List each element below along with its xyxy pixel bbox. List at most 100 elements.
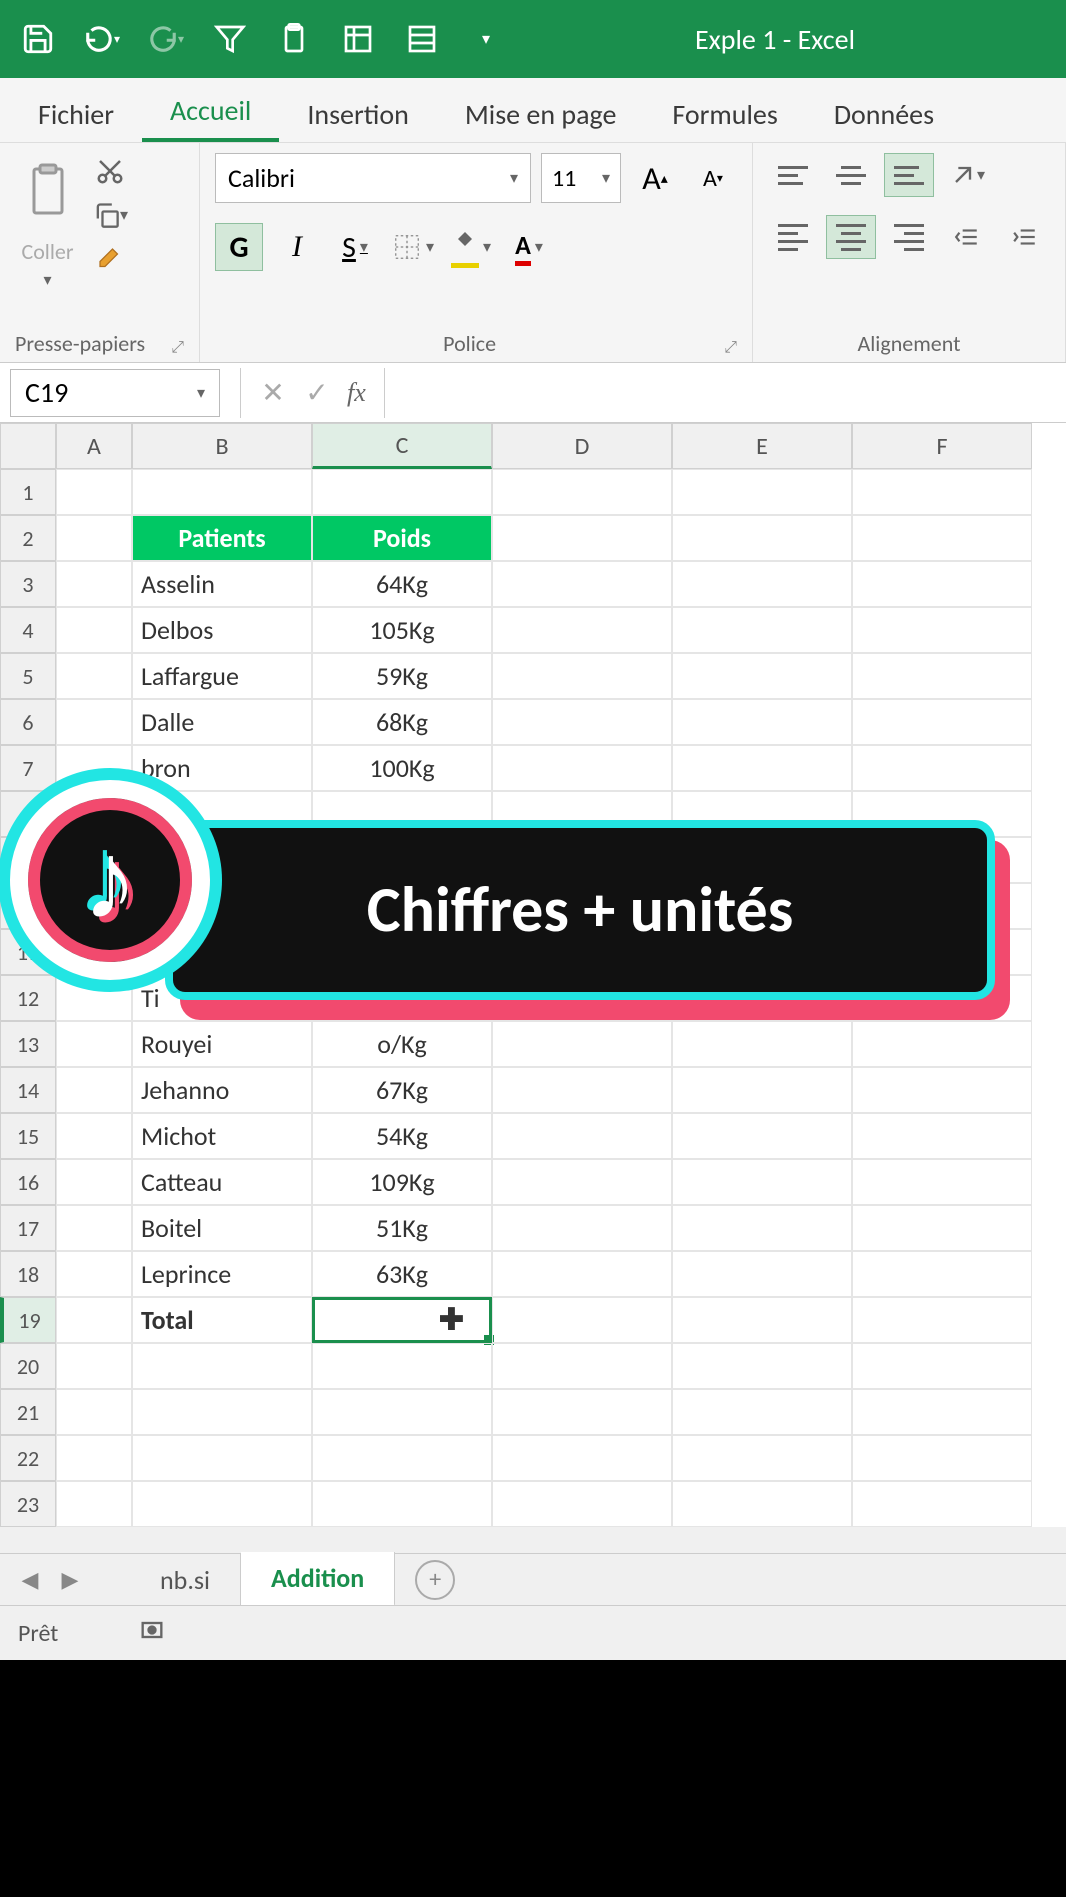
layout-icon[interactable] bbox=[340, 21, 376, 57]
cell-B20[interactable] bbox=[132, 1343, 312, 1389]
cell-A11[interactable] bbox=[56, 929, 132, 975]
cell-E1[interactable] bbox=[672, 469, 852, 515]
cell-C6[interactable]: 68Kg bbox=[312, 699, 492, 745]
cell-F9[interactable] bbox=[852, 837, 1032, 883]
cell-D1[interactable] bbox=[492, 469, 672, 515]
sheet-nav-prev-icon[interactable]: ◀ bbox=[10, 1560, 50, 1600]
undo-icon[interactable]: ▾ bbox=[84, 21, 120, 57]
cell-F17[interactable] bbox=[852, 1205, 1032, 1251]
cell-D9[interactable] bbox=[492, 837, 672, 883]
cell-B1[interactable] bbox=[132, 469, 312, 515]
cell-D3[interactable] bbox=[492, 561, 672, 607]
select-all-corner[interactable] bbox=[0, 423, 56, 469]
italic-button[interactable]: I bbox=[273, 223, 321, 271]
row-header-8[interactable]: 8 bbox=[0, 791, 56, 837]
cell-D17[interactable] bbox=[492, 1205, 672, 1251]
cell-A1[interactable] bbox=[56, 469, 132, 515]
filter-icon[interactable] bbox=[212, 21, 248, 57]
cell-E22[interactable] bbox=[672, 1435, 852, 1481]
cell-C21[interactable] bbox=[312, 1389, 492, 1435]
tab-insertion[interactable]: Insertion bbox=[279, 82, 437, 142]
bold-button[interactable]: G bbox=[215, 223, 263, 271]
cell-E5[interactable] bbox=[672, 653, 852, 699]
cell-F11[interactable] bbox=[852, 929, 1032, 975]
cell-C12[interactable] bbox=[312, 975, 492, 1021]
row-header-13[interactable]: 13 bbox=[0, 1021, 56, 1067]
column-header-F[interactable]: F bbox=[852, 423, 1032, 469]
cell-D6[interactable] bbox=[492, 699, 672, 745]
cell-D19[interactable] bbox=[492, 1297, 672, 1343]
column-header-B[interactable]: B bbox=[132, 423, 312, 469]
cell-E14[interactable] bbox=[672, 1067, 852, 1113]
align-center-icon[interactable] bbox=[826, 215, 876, 259]
cell-D2[interactable] bbox=[492, 515, 672, 561]
cell-E4[interactable] bbox=[672, 607, 852, 653]
cell-F23[interactable] bbox=[852, 1481, 1032, 1527]
cell-D7[interactable] bbox=[492, 745, 672, 791]
cell-D14[interactable] bbox=[492, 1067, 672, 1113]
cell-F12[interactable] bbox=[852, 975, 1032, 1021]
cell-B15[interactable]: Michot bbox=[132, 1113, 312, 1159]
cell-E19[interactable] bbox=[672, 1297, 852, 1343]
cell-C20[interactable] bbox=[312, 1343, 492, 1389]
cell-A18[interactable] bbox=[56, 1251, 132, 1297]
save-icon[interactable] bbox=[20, 21, 56, 57]
cell-F1[interactable] bbox=[852, 469, 1032, 515]
cell-E12[interactable] bbox=[672, 975, 852, 1021]
cell-A9[interactable] bbox=[56, 837, 132, 883]
cell-D23[interactable] bbox=[492, 1481, 672, 1527]
cell-C8[interactable] bbox=[312, 791, 492, 837]
row-header-11[interactable]: 11 bbox=[0, 929, 56, 975]
cell-E21[interactable] bbox=[672, 1389, 852, 1435]
cell-E15[interactable] bbox=[672, 1113, 852, 1159]
cell-F13[interactable] bbox=[852, 1021, 1032, 1067]
row-header-3[interactable]: 3 bbox=[0, 561, 56, 607]
row-header-6[interactable]: 6 bbox=[0, 699, 56, 745]
cell-A20[interactable] bbox=[56, 1343, 132, 1389]
cell-C10[interactable] bbox=[312, 883, 492, 929]
cell-A16[interactable] bbox=[56, 1159, 132, 1205]
cell-F21[interactable] bbox=[852, 1389, 1032, 1435]
row-header-7[interactable]: 7 bbox=[0, 745, 56, 791]
row-header-2[interactable]: 2 bbox=[0, 515, 56, 561]
cell-C19[interactable]: ✚ bbox=[312, 1297, 492, 1343]
cell-E7[interactable] bbox=[672, 745, 852, 791]
cell-F19[interactable] bbox=[852, 1297, 1032, 1343]
cell-F2[interactable] bbox=[852, 515, 1032, 561]
cell-F20[interactable] bbox=[852, 1343, 1032, 1389]
cell-C16[interactable]: 109Kg bbox=[312, 1159, 492, 1205]
row-header-19[interactable]: 19 bbox=[0, 1297, 56, 1343]
cell-A15[interactable] bbox=[56, 1113, 132, 1159]
cell-B21[interactable] bbox=[132, 1389, 312, 1435]
cell-F8[interactable] bbox=[852, 791, 1032, 837]
cell-D21[interactable] bbox=[492, 1389, 672, 1435]
orientation-icon[interactable]: ▾ bbox=[942, 153, 992, 197]
cell-E16[interactable] bbox=[672, 1159, 852, 1205]
cell-D15[interactable] bbox=[492, 1113, 672, 1159]
cell-C18[interactable]: 63Kg bbox=[312, 1251, 492, 1297]
cell-B2[interactable]: Patients bbox=[132, 515, 312, 561]
cell-A2[interactable] bbox=[56, 515, 132, 561]
fill-color-button[interactable]: ▾ bbox=[447, 223, 495, 271]
cell-C17[interactable]: 51Kg bbox=[312, 1205, 492, 1251]
redo-icon[interactable]: ▾ bbox=[148, 21, 184, 57]
row-header-17[interactable]: 17 bbox=[0, 1205, 56, 1251]
align-left-icon[interactable] bbox=[768, 215, 818, 259]
cell-C11[interactable] bbox=[312, 929, 492, 975]
decrease-indent-icon[interactable] bbox=[942, 215, 992, 259]
name-box[interactable]: C19 ▾ bbox=[10, 369, 220, 417]
cell-A13[interactable] bbox=[56, 1021, 132, 1067]
column-header-D[interactable]: D bbox=[492, 423, 672, 469]
cell-C15[interactable]: 54Kg bbox=[312, 1113, 492, 1159]
column-header-C[interactable]: C bbox=[312, 423, 492, 469]
paste-button[interactable] bbox=[15, 153, 80, 228]
cell-D18[interactable] bbox=[492, 1251, 672, 1297]
cell-D13[interactable] bbox=[492, 1021, 672, 1067]
sheet-tab-nbsi[interactable]: nb.si bbox=[130, 1554, 241, 1606]
row-header-15[interactable]: 15 bbox=[0, 1113, 56, 1159]
cell-B23[interactable] bbox=[132, 1481, 312, 1527]
align-top-icon[interactable] bbox=[768, 153, 818, 197]
cell-F6[interactable] bbox=[852, 699, 1032, 745]
cell-F7[interactable] bbox=[852, 745, 1032, 791]
cell-F14[interactable] bbox=[852, 1067, 1032, 1113]
